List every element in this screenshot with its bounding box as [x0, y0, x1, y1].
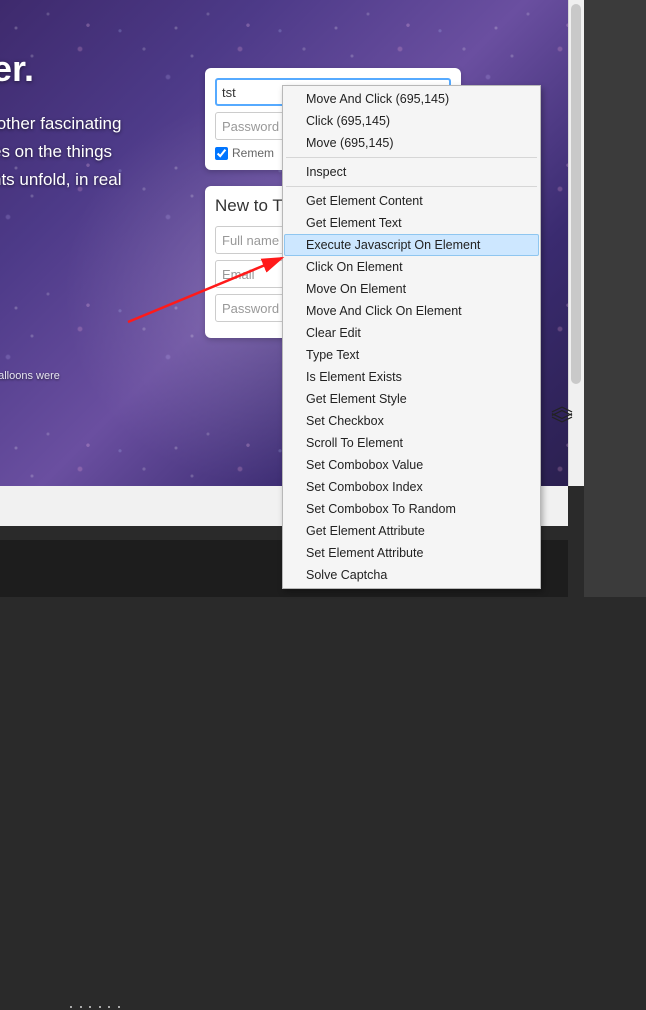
menu-item-get-element-text[interactable]: Get Element Text — [284, 212, 539, 234]
menu-item-is-element-exists[interactable]: Is Element Exists — [284, 366, 539, 388]
hero-title: er. — [0, 48, 34, 90]
context-menu[interactable]: Move And Click (695,145)Click (695,145)M… — [282, 85, 541, 589]
menu-item-execute-javascript-on-element[interactable]: Execute Javascript On Element — [284, 234, 539, 256]
menu-item-get-element-style[interactable]: Get Element Style — [284, 388, 539, 410]
editor-side-panel — [584, 0, 646, 597]
app-root: er. other fascinating es on the things n… — [0, 0, 646, 597]
chevron-down-icon[interactable]: ︾ — [548, 416, 576, 434]
menu-item-inspect[interactable]: Inspect — [284, 161, 539, 183]
hero-caption: balloons were — [0, 370, 60, 382]
resize-grip-dots — [70, 1006, 120, 1010]
menu-item-set-checkbox[interactable]: Set Checkbox — [284, 410, 539, 432]
menu-item-click-695-145[interactable]: Click (695,145) — [284, 110, 539, 132]
menu-item-get-element-attribute[interactable]: Get Element Attribute — [284, 520, 539, 542]
menu-item-set-combobox-to-random[interactable]: Set Combobox To Random — [284, 498, 539, 520]
menu-item-set-combobox-index[interactable]: Set Combobox Index — [284, 476, 539, 498]
scrollbar-thumb[interactable] — [571, 4, 581, 384]
menu-separator — [286, 186, 537, 187]
menu-item-solve-captcha[interactable]: Solve Captcha — [284, 564, 539, 586]
menu-item-clear-edit[interactable]: Clear Edit — [284, 322, 539, 344]
menu-item-move-695-145[interactable]: Move (695,145) — [284, 132, 539, 154]
menu-item-scroll-to-element[interactable]: Scroll To Element — [284, 432, 539, 454]
menu-item-click-on-element[interactable]: Click On Element — [284, 256, 539, 278]
remember-label: Remem — [232, 146, 274, 160]
chevron-controls: ︽ ︾ — [548, 398, 576, 434]
menu-item-get-element-content[interactable]: Get Element Content — [284, 190, 539, 212]
menu-item-type-text[interactable]: Type Text — [284, 344, 539, 366]
menu-item-move-on-element[interactable]: Move On Element — [284, 278, 539, 300]
menu-item-move-and-click-695-145[interactable]: Move And Click (695,145) — [284, 88, 539, 110]
remember-checkbox[interactable] — [215, 147, 228, 160]
menu-item-set-element-attribute[interactable]: Set Element Attribute — [284, 542, 539, 564]
menu-item-set-combobox-value[interactable]: Set Combobox Value — [284, 454, 539, 476]
hero-subtitle: other fascinating es on the things nts u… — [0, 110, 121, 194]
menu-item-move-and-click-on-element[interactable]: Move And Click On Element — [284, 300, 539, 322]
menu-separator — [286, 157, 537, 158]
